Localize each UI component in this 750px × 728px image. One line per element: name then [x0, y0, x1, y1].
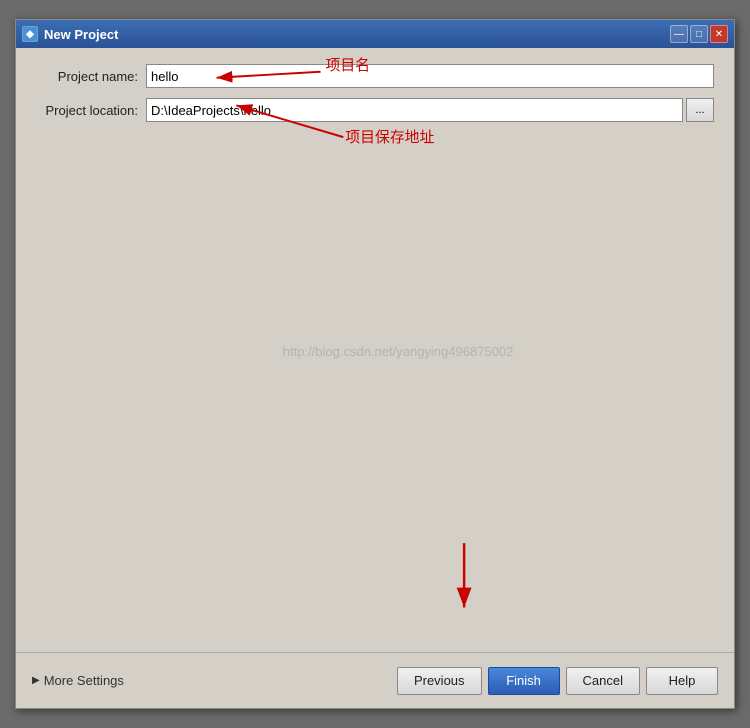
footer-buttons: Previous Finish Cancel Help	[397, 667, 718, 695]
new-project-window: ◆ New Project — □ ✕ Project name: Projec…	[15, 19, 735, 709]
window-title: New Project	[44, 27, 118, 42]
title-controls: — □ ✕	[670, 25, 728, 43]
title-bar-left: ◆ New Project	[22, 26, 118, 42]
content-area: Project name: Project location: ... http…	[16, 48, 734, 652]
window-icon: ◆	[22, 26, 38, 42]
more-settings-label: More Settings	[44, 673, 124, 688]
annotation-layer: 项目名 项目保存地址	[16, 48, 734, 652]
project-name-row: Project name:	[36, 64, 714, 88]
chevron-right-icon: ▶	[32, 675, 40, 686]
previous-button[interactable]: Previous	[397, 667, 482, 695]
svg-text:项目保存地址: 项目保存地址	[345, 129, 434, 146]
more-settings-toggle[interactable]: ▶ More Settings	[32, 673, 124, 688]
watermark-text: http://blog.csdn.net/yangying496875002	[283, 344, 514, 359]
title-bar: ◆ New Project — □ ✕	[16, 20, 734, 48]
project-location-row: Project location: ...	[36, 98, 714, 122]
browse-button[interactable]: ...	[686, 98, 714, 122]
help-button[interactable]: Help	[646, 667, 718, 695]
finish-button[interactable]: Finish	[488, 667, 560, 695]
close-button[interactable]: ✕	[710, 25, 728, 43]
project-location-label: Project location:	[36, 103, 146, 118]
project-location-input[interactable]	[146, 98, 683, 122]
cancel-button[interactable]: Cancel	[566, 667, 640, 695]
maximize-button[interactable]: □	[690, 25, 708, 43]
minimize-button[interactable]: —	[670, 25, 688, 43]
project-name-input[interactable]	[146, 64, 714, 88]
footer: ▶ More Settings Previous Finish Cancel H…	[16, 652, 734, 708]
project-name-label: Project name:	[36, 69, 146, 84]
